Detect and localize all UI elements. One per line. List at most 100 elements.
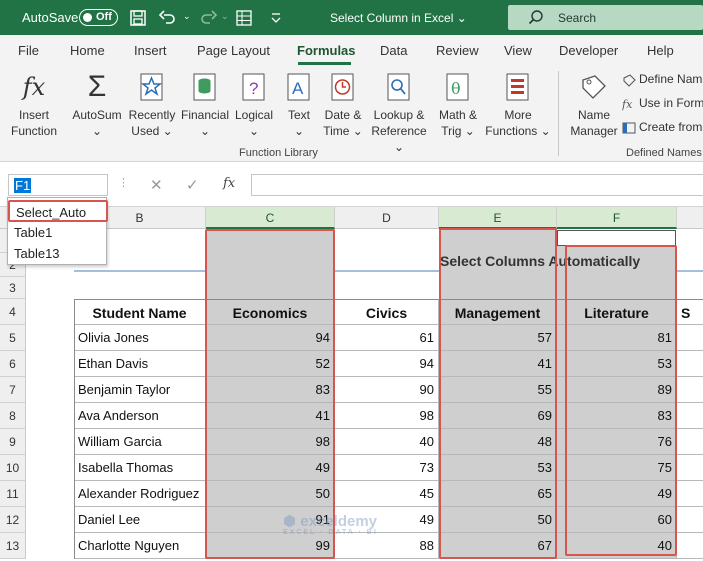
score-cell[interactable]: 52: [206, 351, 335, 377]
score-cell[interactable]: 60: [557, 507, 677, 533]
logical-button[interactable]: ? Logical ⌄: [232, 70, 276, 139]
score-cell[interactable]: [677, 403, 703, 429]
student-name-cell[interactable]: Isabella Thomas: [74, 455, 206, 481]
tab-home[interactable]: Home: [70, 43, 105, 58]
score-cell[interactable]: 90: [335, 377, 439, 403]
score-cell[interactable]: [677, 507, 703, 533]
tab-page-layout[interactable]: Page Layout: [197, 43, 270, 58]
score-cell[interactable]: 65: [439, 481, 557, 507]
more-options-icon[interactable]: ⋮: [118, 176, 129, 189]
score-cell[interactable]: 73: [335, 455, 439, 481]
table-header-cell[interactable]: Civics: [335, 299, 439, 325]
score-cell[interactable]: 75: [557, 455, 677, 481]
define-name-button[interactable]: Define Nam: [622, 72, 702, 87]
score-cell[interactable]: 76: [557, 429, 677, 455]
insert-function-button[interactable]: fx Insert Function: [8, 70, 60, 139]
recently-used-button[interactable]: Recently Used ⌄: [127, 70, 177, 139]
financial-button[interactable]: Financial ⌄: [180, 70, 230, 139]
autosave-toggle[interactable]: Off: [79, 9, 118, 26]
column-header-d[interactable]: D: [335, 207, 439, 229]
student-name-cell[interactable]: Alexander Rodriguez: [74, 481, 206, 507]
score-cell[interactable]: 83: [206, 377, 335, 403]
score-cell[interactable]: 40: [557, 533, 677, 559]
student-name-cell[interactable]: Daniel Lee: [74, 507, 206, 533]
tab-insert[interactable]: Insert: [134, 43, 167, 58]
redo-icon[interactable]: [198, 8, 218, 28]
enter-icon[interactable]: ✓: [186, 176, 199, 194]
dropdown-item-table13[interactable]: Table13: [8, 243, 108, 265]
use-in-formula-button[interactable]: fx Use in Form: [621, 96, 703, 111]
score-cell[interactable]: 50: [439, 507, 557, 533]
column-header-e[interactable]: E: [439, 207, 557, 229]
insert-function-fx-icon[interactable]: fx: [223, 176, 235, 191]
customize-toolbar-icon[interactable]: [266, 8, 286, 28]
table-header-cell[interactable]: Student Name: [74, 299, 206, 325]
score-cell[interactable]: 49: [206, 455, 335, 481]
row-header[interactable]: 7: [0, 377, 26, 403]
score-cell[interactable]: 81: [557, 325, 677, 351]
row-header[interactable]: 9: [0, 429, 26, 455]
score-cell[interactable]: [677, 455, 703, 481]
score-cell[interactable]: 69: [439, 403, 557, 429]
score-cell[interactable]: 57: [439, 325, 557, 351]
row-header[interactable]: 3: [0, 277, 26, 299]
table-header-cell[interactable]: Management: [439, 299, 557, 325]
row-header[interactable]: 11: [0, 481, 26, 507]
score-cell[interactable]: 50: [206, 481, 335, 507]
student-name-cell[interactable]: Charlotte Nguyen: [74, 533, 206, 559]
dropdown-item-select-auto[interactable]: Select_Auto: [8, 200, 108, 222]
document-title[interactable]: Select Column in Excel ⌄: [330, 11, 467, 25]
tab-view[interactable]: View: [504, 43, 532, 58]
formula-input[interactable]: [251, 174, 703, 196]
table-header-cell[interactable]: S: [677, 299, 703, 325]
score-cell[interactable]: 49: [557, 481, 677, 507]
column-header-g[interactable]: [677, 207, 703, 229]
dropdown-item-table1[interactable]: Table1: [8, 222, 108, 244]
score-cell[interactable]: 83: [557, 403, 677, 429]
row-header[interactable]: 4: [0, 299, 26, 325]
tab-file[interactable]: File: [18, 43, 39, 58]
score-cell[interactable]: 94: [335, 351, 439, 377]
score-cell[interactable]: 99: [206, 533, 335, 559]
student-name-cell[interactable]: William Garcia: [74, 429, 206, 455]
score-cell[interactable]: [677, 325, 703, 351]
tab-help[interactable]: Help: [647, 43, 674, 58]
search-box[interactable]: Search: [508, 5, 703, 30]
tab-review[interactable]: Review: [436, 43, 479, 58]
tab-developer[interactable]: Developer: [559, 43, 618, 58]
score-cell[interactable]: 88: [335, 533, 439, 559]
score-cell[interactable]: 45: [335, 481, 439, 507]
score-cell[interactable]: 55: [439, 377, 557, 403]
score-cell[interactable]: 53: [439, 455, 557, 481]
score-cell[interactable]: 98: [206, 429, 335, 455]
score-cell[interactable]: 53: [557, 351, 677, 377]
score-cell[interactable]: [677, 377, 703, 403]
column-header-f[interactable]: F: [557, 207, 677, 229]
score-cell[interactable]: [677, 429, 703, 455]
row-header[interactable]: 5: [0, 325, 26, 351]
name-box[interactable]: F1: [8, 174, 108, 196]
form-icon[interactable]: [234, 8, 254, 28]
row-header[interactable]: 8: [0, 403, 26, 429]
row-header[interactable]: 13: [0, 533, 26, 559]
undo-icon[interactable]: [158, 8, 178, 28]
score-cell[interactable]: [677, 481, 703, 507]
student-name-cell[interactable]: Benjamin Taylor: [74, 377, 206, 403]
score-cell[interactable]: [677, 533, 703, 559]
score-cell[interactable]: 40: [335, 429, 439, 455]
lookup-reference-button[interactable]: Lookup & Reference ⌄: [368, 70, 430, 155]
student-name-cell[interactable]: Ethan Davis: [74, 351, 206, 377]
row-header[interactable]: 6: [0, 351, 26, 377]
tab-data[interactable]: Data: [380, 43, 407, 58]
date-time-button[interactable]: Date & Time ⌄: [320, 70, 366, 139]
score-cell[interactable]: 89: [557, 377, 677, 403]
table-header-cell[interactable]: Literature: [557, 299, 677, 325]
active-cell-f1[interactable]: [557, 230, 676, 246]
student-name-cell[interactable]: Ava Anderson: [74, 403, 206, 429]
table-header-cell[interactable]: Economics: [206, 299, 335, 325]
score-cell[interactable]: 67: [439, 533, 557, 559]
tab-formulas[interactable]: Formulas: [297, 43, 356, 58]
score-cell[interactable]: 41: [439, 351, 557, 377]
cancel-icon[interactable]: ✕: [150, 176, 163, 194]
score-cell[interactable]: 61: [335, 325, 439, 351]
